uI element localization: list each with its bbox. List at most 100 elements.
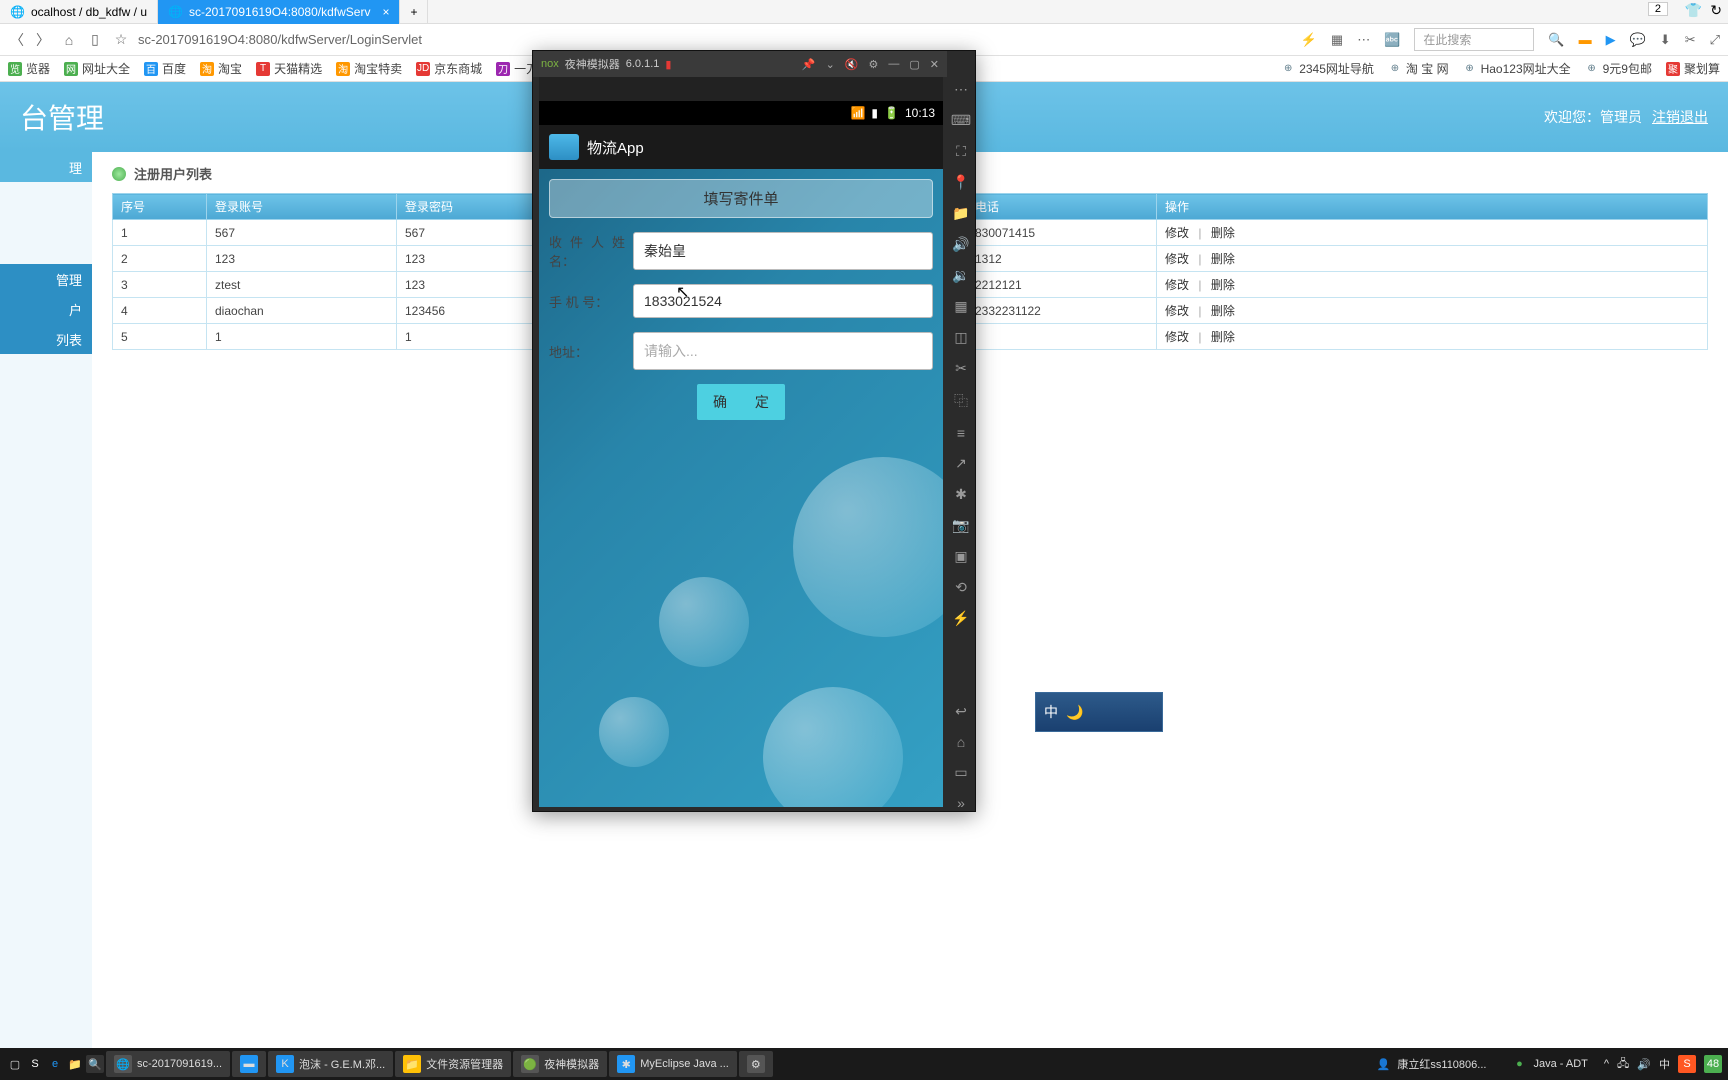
bookmark-item[interactable]: ⊕9元9包邮 <box>1585 60 1652 77</box>
close-icon[interactable]: × <box>382 5 389 19</box>
taskbar-item[interactable]: 📁文件资源管理器 <box>395 1051 511 1077</box>
translate-icon[interactable]: 🔤 <box>1384 32 1400 48</box>
bolt-icon[interactable]: ⚡ <box>1301 32 1317 48</box>
bookmark-item[interactable]: 淘淘宝 <box>200 60 242 77</box>
search-input[interactable]: 在此搜索 <box>1414 28 1534 51</box>
rotate-icon[interactable]: ⟲ <box>955 579 967 596</box>
taskbar-item[interactable]: 🟢夜神模拟器 <box>513 1051 607 1077</box>
ime-float-widget[interactable]: 中 🌙 <box>1035 692 1163 732</box>
recent-icon[interactable]: ▭ <box>954 764 967 781</box>
forward-icon[interactable]: 〉 <box>34 30 52 50</box>
expand-icon[interactable]: ⤢ <box>1710 32 1720 48</box>
clothes-icon[interactable]: 👕 <box>1685 2 1702 19</box>
delete-link[interactable]: 删除 <box>1211 226 1235 240</box>
edit-link[interactable]: 修改 <box>1165 252 1189 266</box>
fullscreen-icon[interactable]: ⛶ <box>956 143 966 160</box>
location-icon[interactable]: 📍 <box>952 174 969 191</box>
cut-icon[interactable]: ✂ <box>1685 32 1696 48</box>
tray-s-icon[interactable]: S <box>1678 1055 1696 1073</box>
new-tab-button[interactable]: + <box>400 0 428 24</box>
screenshot-icon[interactable]: ⿻ <box>954 391 968 411</box>
star-icon[interactable]: ☆ <box>112 31 130 48</box>
back-icon[interactable]: ↩ <box>955 703 967 720</box>
sidebar-group[interactable]: 理 <box>0 152 92 182</box>
bookmark-item[interactable]: 网网址大全 <box>64 60 130 77</box>
grid-icon[interactable]: ▦ <box>1331 32 1343 48</box>
edit-link[interactable]: 修改 <box>1165 304 1189 318</box>
tab-counter[interactable]: 2 <box>1648 2 1668 16</box>
tray-net-icon[interactable]: 🖧 <box>1617 1055 1629 1074</box>
menu-icon[interactable]: ≡ <box>957 425 965 441</box>
taskbar-item[interactable]: ✱MyEclipse Java ... <box>609 1051 737 1077</box>
gear-icon[interactable]: ⚙ <box>869 58 879 71</box>
search-icon[interactable]: 🔍 <box>1548 32 1564 48</box>
tray-user[interactable]: 👤康立红ss110806... <box>1366 1051 1494 1077</box>
refresh-icon[interactable]: ↻ <box>1710 2 1722 19</box>
edit-link[interactable]: 修改 <box>1165 330 1189 344</box>
delete-link[interactable]: 删除 <box>1211 330 1235 344</box>
phone-input[interactable]: 1833021524 <box>633 284 933 318</box>
sound-icon[interactable]: 🔇 <box>845 58 859 71</box>
minimize-icon[interactable]: — <box>888 58 899 71</box>
bookmark-item[interactable]: ⊕2345网址导航 <box>1281 60 1374 77</box>
edit-link[interactable]: 修改 <box>1165 226 1189 240</box>
edit-link[interactable]: 修改 <box>1165 278 1189 292</box>
addr-input[interactable]: 请输入... <box>633 332 933 370</box>
bookmark-item[interactable]: 聚聚划算 <box>1666 60 1720 77</box>
explorer-icon[interactable]: 📁 <box>66 1055 84 1073</box>
taskbar-item[interactable]: 🌐sc-2017091619... <box>106 1051 230 1077</box>
bookmark-item[interactable]: JD京东商城 <box>416 60 482 77</box>
nox-title-bar[interactable]: nox 夜神模拟器 6.0.1.1 ▮ 📌 ⌄ 🔇 ⚙ — ▢ ✕ <box>533 51 947 77</box>
browser-tab-1[interactable]: 🌐 ocalhost / db_kdfw / u <box>0 0 158 24</box>
dots-icon[interactable]: ⋯ <box>954 81 968 98</box>
close-icon[interactable]: ✕ <box>930 58 939 71</box>
tray-ime[interactable]: 中 <box>1659 1056 1670 1072</box>
search-icon[interactable]: 🔍 <box>86 1055 104 1073</box>
bookmark-item[interactable]: ⊕Hao123网址大全 <box>1463 60 1571 77</box>
home-icon[interactable]: ⌂ <box>60 32 78 48</box>
pin-icon[interactable]: 📌 <box>802 58 816 71</box>
volume-down-icon[interactable]: 🔉 <box>952 267 969 284</box>
taskbar-item[interactable]: K泡沫 - G.E.M.邓... <box>268 1051 393 1077</box>
browser-tab-2[interactable]: 🌐 sc-2017091619O4:8080/kdfwServ × <box>158 0 400 24</box>
download-icon[interactable]: ⬇ <box>1660 32 1671 48</box>
camera-icon[interactable]: 📷 <box>952 517 969 534</box>
more-icon[interactable]: » <box>957 795 965 811</box>
shake-icon[interactable]: ⚡ <box>952 610 969 627</box>
multi-icon[interactable]: ◫ <box>954 329 967 346</box>
tray-adt[interactable]: ●Java - ADT <box>1502 1051 1595 1077</box>
maximize-icon[interactable]: ▢ <box>909 58 919 71</box>
home-icon[interactable]: ⌂ <box>957 734 965 750</box>
sogou-icon[interactable]: S <box>26 1055 44 1073</box>
tray-vol-icon[interactable]: 🔊 <box>1637 1058 1651 1071</box>
sidebar-item-user[interactable]: 户 <box>0 294 92 324</box>
scissors-icon[interactable]: ✂ <box>955 360 967 377</box>
submit-button[interactable]: 确 定 <box>697 384 785 420</box>
bookmark-item[interactable]: 淘淘宝特卖 <box>336 60 402 77</box>
video-icon[interactable]: ▬ <box>1579 32 1592 47</box>
taskbar-item[interactable]: ⚙ <box>739 1051 773 1077</box>
delete-link[interactable]: 删除 <box>1211 252 1235 266</box>
sidebar-item-list[interactable]: 列表 <box>0 324 92 354</box>
nox-emulator-window[interactable]: nox 夜神模拟器 6.0.1.1 ▮ 📌 ⌄ 🔇 ⚙ — ▢ ✕ ⋯ ⌨ ⛶ … <box>532 50 976 812</box>
bookmark-item[interactable]: 百百度 <box>144 60 186 77</box>
delete-link[interactable]: 删除 <box>1211 304 1235 318</box>
tray-360-icon[interactable]: 48 <box>1704 1055 1722 1073</box>
brightness-icon[interactable]: ✱ <box>955 486 967 503</box>
delete-link[interactable]: 删除 <box>1211 278 1235 292</box>
apk-icon[interactable]: ▦ <box>954 298 967 315</box>
record-icon[interactable]: ▣ <box>954 548 967 565</box>
chat-icon[interactable]: 💬 <box>1630 32 1646 48</box>
sidebar-item-manage[interactable]: 管理 <box>0 264 92 294</box>
name-input[interactable]: 秦始皇 <box>633 232 933 270</box>
address-input[interactable]: sc-2017091619O4:8080/kdfwServer/LoginSer… <box>138 32 758 47</box>
taskview-icon[interactable]: ▢ <box>6 1055 24 1073</box>
tray-up-icon[interactable]: ^ <box>1604 1058 1609 1070</box>
bookmark-item[interactable]: 览览器 <box>8 60 50 77</box>
transfer-icon[interactable]: ↗ <box>955 455 967 472</box>
volume-up-icon[interactable]: 🔊 <box>952 236 969 253</box>
more-icon[interactable]: ⋯ <box>1357 32 1370 48</box>
back-icon[interactable]: 〈 <box>8 30 26 50</box>
read-icon[interactable]: ▯ <box>86 31 104 48</box>
folder-icon[interactable]: 📁 <box>952 205 969 222</box>
